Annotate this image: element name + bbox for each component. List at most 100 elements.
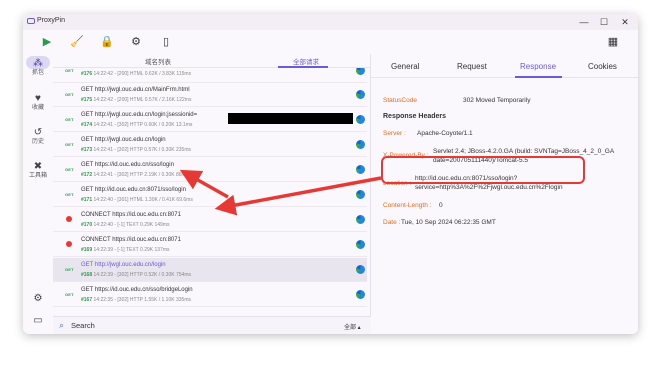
tab-domains[interactable]: 域名列表 <box>145 56 171 66</box>
list-item[interactable]: GET GET http://jwgl.ouc.edu.cn/MainFrm.h… <box>53 83 367 107</box>
sidebar-settings[interactable]: ⚙ <box>24 293 52 304</box>
toolbar: ▶ 🧹 🔒 ⚙ ▯ ▦ <box>23 30 638 54</box>
sidebar-item-label: 抓包 <box>31 70 44 76</box>
list-item[interactable]: GET GET https://id.ouc.edu.cn/sso/login … <box>53 158 367 182</box>
list-item[interactable]: GET GET http://id.ouc.edu.cn:8071/sso/lo… <box>53 183 367 207</box>
heart-icon: ♥ <box>35 93 41 104</box>
method-badge: GET <box>65 192 74 197</box>
close-button[interactable]: ✕ <box>619 16 631 28</box>
header-val-server: Apache-Coyote/1.1 <box>417 130 473 137</box>
sidebar-item-favorites[interactable]: ♥ 收藏 <box>24 93 52 112</box>
error-icon <box>66 216 72 222</box>
header-val-location-cont: service=http%3A%2F%2Fjwgl.ouc.edu.cn%2Fl… <box>415 184 563 191</box>
method-badge: GET <box>65 92 74 97</box>
settings-icon[interactable]: ⚙ <box>128 34 144 50</box>
method-badge: GET <box>65 142 74 147</box>
response-headers-title[interactable]: Response Headers <box>383 113 446 120</box>
row-request: CONNECT https://id.ouc.edu.cn:8071 <box>81 212 181 218</box>
row-request: GET http://jwgl.ouc.edu.cn/login <box>81 262 166 268</box>
gear-icon: ⚙ <box>33 293 43 304</box>
list-item-selected[interactable]: GET GET http://jwgl.ouc.edu.cn/login #16… <box>53 258 367 282</box>
browser-icon <box>356 140 365 149</box>
sidebar-item-capture[interactable]: ⁂ 抓包 <box>24 56 52 77</box>
row-request: GET http://jwgl.ouc.edu.cn/login <box>81 137 166 143</box>
row-meta: #176 14:22:42 - [200] HTML 0.62K / 3.83K… <box>81 71 192 77</box>
capture-icon: ⁂ <box>33 58 43 69</box>
title-bar: ProxyPin — ☐ ✕ <box>23 14 638 30</box>
row-meta: #175 14:22:42 - [200] HTML 0.57K / 2.16K… <box>81 97 192 103</box>
search-icon: ⌕ <box>59 320 65 330</box>
header-val-content-length: 0 <box>439 202 443 209</box>
row-meta: #170 14:22:40 - [-1] TEXT 0.29K 149ms <box>81 222 170 228</box>
header-key-date: Date : <box>383 219 401 226</box>
filter-dropdown[interactable]: 全部 ▴ <box>344 322 361 331</box>
header-key-content-length: Content-Length : <box>383 202 432 209</box>
row-request: CONNECT https://id.ouc.edu.cn:8071 <box>81 237 181 243</box>
request-rows: GET #176 14:22:42 - [200] HTML 0.62K / 3… <box>53 68 371 314</box>
row-meta: #167 14:22:35 - [302] HTTP 1.55K / 1.10K… <box>81 297 191 303</box>
sidebar-item-label: 工具箱 <box>28 173 47 179</box>
row-request: GET https://id.ouc.edu.cn/sso/login <box>81 162 174 168</box>
tab-request[interactable]: Request <box>457 62 487 71</box>
sidebar-item-label: 历史 <box>31 139 44 145</box>
list-tabs: 域名列表 全部请求 <box>53 54 371 68</box>
detail-panel: General Request Response Cookies StatusC… <box>371 54 638 334</box>
list-item[interactable]: GET GET http://jwgl.ouc.edu.cn/login #17… <box>53 133 367 157</box>
method-badge: GET <box>65 167 74 172</box>
sidebar: ⁂ 抓包 ♥ 收藏 ↺ 历史 ✖ 工具箱 ⚙ ▭ <box>23 54 53 334</box>
search-input[interactable]: Search <box>71 321 95 330</box>
sidebar-item-label: 收藏 <box>31 105 44 111</box>
browser-icon <box>356 290 365 299</box>
maximize-button[interactable]: ☐ <box>598 16 610 28</box>
detail-tabs: General Request Response Cookies <box>371 54 638 78</box>
row-meta: #169 14:22:39 - [-1] TEXT 0.29K 137ms <box>81 247 170 253</box>
location-highlight-box <box>381 156 585 184</box>
sidebar-feedback[interactable]: ▭ <box>24 315 52 326</box>
header-key-server: Server : <box>383 130 406 137</box>
tools-icon: ✖ <box>33 161 43 172</box>
row-request: GET http://id.ouc.edu.cn:8071/sso/login <box>81 187 186 193</box>
clean-icon[interactable]: 🧹 <box>69 34 85 50</box>
sidebar-item-history[interactable]: ↺ 历史 <box>24 127 52 146</box>
browser-icon <box>356 115 365 124</box>
list-item[interactable]: CONNECT https://id.ouc.edu.cn:8071 #169 … <box>53 233 367 257</box>
tab-response[interactable]: Response <box>520 62 556 71</box>
play-icon[interactable]: ▶ <box>39 34 55 50</box>
minimize-button[interactable]: — <box>578 16 590 28</box>
row-request: GET http://jwgl.ouc.edu.cn/MainFrm.html <box>81 87 190 93</box>
app-title: ProxyPin <box>37 17 66 24</box>
tab-underline <box>515 76 562 78</box>
list-item[interactable]: GET GET https://id.ouc.edu.cn/sso/bridge… <box>53 283 367 307</box>
list-item[interactable]: GET GET http://jwgl.ouc.edu.cn/login;jse… <box>53 108 367 132</box>
list-item[interactable]: GET #176 14:22:42 - [200] HTML 0.62K / 3… <box>53 68 367 83</box>
row-meta: #174 14:22:41 - [302] HTTP 0.60K / 0.20K… <box>81 122 193 128</box>
layout-icon[interactable]: ▦ <box>605 34 621 50</box>
sidebar-item-toolbox[interactable]: ✖ 工具箱 <box>24 161 52 180</box>
status-code-label: StatusCode <box>383 97 417 104</box>
browser-icon <box>356 215 365 224</box>
method-badge: GET <box>65 68 74 73</box>
row-request: GET http://jwgl.ouc.edu.cn/login;jsessio… <box>81 112 198 118</box>
app-logo-icon <box>27 18 35 24</box>
redaction-box <box>228 113 353 124</box>
request-list-panel: 域名列表 全部请求 GET #176 14:22:42 - [200] HTML… <box>53 54 371 334</box>
error-icon <box>66 241 72 247</box>
row-meta: #172 14:22:41 - [302] HTTP 2.19K / 0.30K… <box>81 172 189 178</box>
browser-icon <box>356 165 365 174</box>
list-item[interactable]: CONNECT https://id.ouc.edu.cn:8071 #170 … <box>53 208 367 232</box>
browser-icon <box>356 265 365 274</box>
lock-icon[interactable]: 🔒 <box>99 34 115 50</box>
mobile-icon[interactable]: ▯ <box>158 34 174 50</box>
browser-icon <box>356 68 365 75</box>
history-icon: ↺ <box>33 127 43 138</box>
tab-all-requests[interactable]: 全部请求 <box>293 56 319 66</box>
row-meta: #168 14:22:39 - [302] HTTP 0.52K / 0.30K… <box>81 272 191 278</box>
tab-general[interactable]: General <box>391 62 419 71</box>
method-badge: GET <box>65 267 74 272</box>
browser-icon <box>356 90 365 99</box>
browser-icon <box>356 240 365 249</box>
tab-cookies[interactable]: Cookies <box>588 62 617 71</box>
search-bar[interactable]: ⌕ Search 全部 ▴ <box>53 316 371 334</box>
row-meta: #171 14:22:40 - [301] HTML 1.30K / 0.41K… <box>81 197 193 203</box>
header-val-date: Tue, 10 Sep 2024 06:22:35 GMT <box>401 219 496 226</box>
